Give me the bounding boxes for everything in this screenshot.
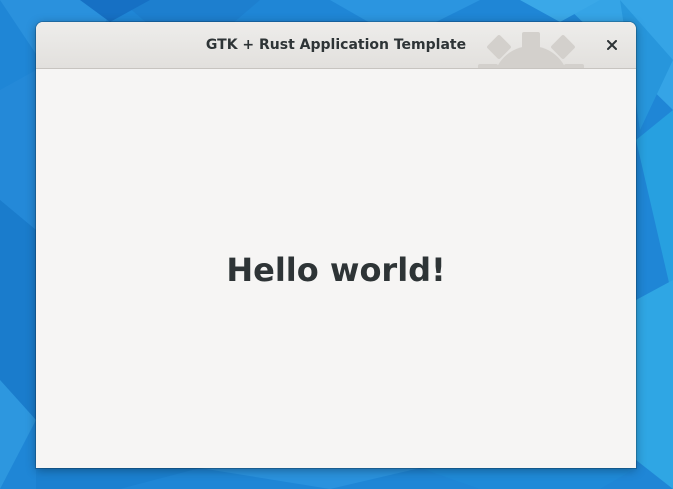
main-content: Hello world! (36, 69, 636, 468)
hello-label: Hello world! (226, 250, 446, 289)
desktop-background: GTK + Rust Application Template Hello wo… (0, 0, 673, 489)
header-bar: GTK + Rust Application Template (36, 22, 636, 69)
app-window: GTK + Rust Application Template Hello wo… (36, 22, 636, 468)
window-title: GTK + Rust Application Template (205, 37, 467, 53)
close-button[interactable] (600, 33, 624, 57)
close-icon (607, 40, 617, 50)
